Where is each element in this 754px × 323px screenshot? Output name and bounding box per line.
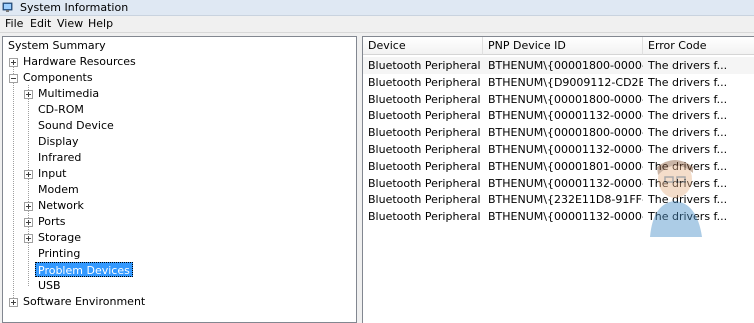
menu-file[interactable]: File (4, 16, 24, 32)
tree-label[interactable]: Components (21, 70, 95, 85)
cell-error-code: The drivers f... (648, 59, 728, 72)
tree-connector (13, 61, 14, 302)
menu-bar: File Edit View Help (0, 16, 754, 33)
cell-device: Bluetooth Peripheral D... (368, 59, 483, 72)
category-tree[interactable]: System Summary Hardware Resources Compon… (2, 36, 357, 323)
tree-connector (28, 85, 29, 286)
cell-error-code: The drivers f... (648, 75, 728, 89)
cell-device: Bluetooth Peripheral D... (368, 159, 483, 173)
cell-device: Bluetooth Peripheral D... (368, 210, 483, 224)
tree-label[interactable]: USB (36, 278, 63, 293)
column-header-error-code[interactable]: Error Code (643, 37, 754, 55)
collapse-minus-icon[interactable] (9, 74, 18, 83)
cell-error-code: The drivers f... (648, 126, 728, 140)
tree-label-selected[interactable]: Problem Devices (35, 262, 133, 277)
cell-error-code: The drivers f... (648, 109, 728, 123)
title-bar: System Information (0, 0, 754, 16)
table-row[interactable]: Bluetooth Peripheral D... BTHENUM\{000011… (363, 107, 754, 124)
cell-error-code: The drivers f... (648, 92, 728, 106)
tree-label[interactable]: Display (36, 134, 81, 149)
column-header-pnp-device-id[interactable]: PNP Device ID (483, 37, 643, 55)
expand-plus-icon[interactable] (24, 90, 33, 99)
table-row[interactable]: Bluetooth Peripheral D... BTHENUM\{000011… (363, 141, 754, 158)
table-row[interactable]: Bluetooth Peripheral D... BTHENUM\{D90091… (363, 74, 754, 91)
menu-view[interactable]: View (56, 16, 84, 32)
cell-pnp-device-id: BTHENUM\{00001132-0000-10... (488, 143, 643, 156)
tree-label[interactable]: Sound Device (36, 118, 116, 133)
tree-label[interactable]: Software Environment (21, 294, 147, 309)
tree-label[interactable]: Multimedia (36, 86, 101, 101)
cell-device: Bluetooth Peripheral D... (368, 75, 483, 89)
window-title: System Information (20, 1, 129, 14)
system-information-icon (2, 2, 13, 12)
tree-label[interactable]: Ports (36, 214, 68, 229)
tree-label[interactable]: Printing (36, 246, 82, 261)
cell-pnp-device-id: BTHENUM\{00001800-0000-10... (488, 92, 643, 106)
cell-pnp-device-id: BTHENUM\{00001132-0000-10... (488, 109, 643, 123)
expand-plus-icon[interactable] (24, 234, 33, 243)
expand-plus-icon[interactable] (9, 298, 18, 307)
table-row[interactable]: Bluetooth Peripheral D... BTHENUM\{000018… (363, 124, 754, 141)
cell-device: Bluetooth Peripheral D... (368, 92, 483, 106)
tree-label[interactable]: Network (36, 198, 86, 213)
cell-device: Bluetooth Peripheral D... (368, 176, 483, 190)
cell-device: Bluetooth Peripheral D... (368, 109, 483, 123)
tree-label[interactable]: Storage (36, 230, 83, 245)
problem-devices-list[interactable]: Device PNP Device ID Error Code Bluetoot… (362, 36, 754, 323)
cell-pnp-device-id: BTHENUM\{D9009112-CD2B-4... (488, 75, 643, 89)
cell-pnp-device-id: BTHENUM\{00001800-0000-10... (488, 126, 643, 140)
expand-plus-icon[interactable] (24, 202, 33, 211)
cell-pnp-device-id: BTHENUM\{00001801-0000-10... (488, 159, 643, 173)
tree-label[interactable]: Input (36, 166, 68, 181)
table-row[interactable]: Bluetooth Peripheral D... BTHENUM\{000018… (363, 57, 754, 74)
menu-help[interactable]: Help (87, 16, 114, 32)
expand-plus-icon[interactable] (9, 58, 18, 67)
tree-label[interactable]: Infrared (36, 150, 83, 165)
cell-error-code: The drivers f... (648, 143, 728, 156)
column-header-device[interactable]: Device (363, 37, 483, 55)
menu-edit[interactable]: Edit (29, 16, 52, 32)
expand-plus-icon[interactable] (24, 218, 33, 227)
cell-pnp-device-id: BTHENUM\{00001132-0000-10... (488, 176, 643, 190)
expand-plus-icon[interactable] (24, 170, 33, 179)
cell-pnp-device-id: BTHENUM\{232E11D8-91FF-4C... (488, 193, 643, 207)
watermark-figure-icon (650, 160, 702, 237)
cell-device: Bluetooth Peripheral D... (368, 143, 483, 156)
tree-label[interactable]: Modem (36, 182, 81, 197)
cell-device: Bluetooth Peripheral D... (368, 193, 483, 207)
tree-label[interactable]: CD-ROM (36, 102, 86, 117)
cell-device: Bluetooth Peripheral D... (368, 126, 483, 140)
cell-pnp-device-id: BTHENUM\{00001800-0000-10... (488, 59, 643, 72)
cell-pnp-device-id: BTHENUM\{00001132-0000-10... (488, 210, 643, 224)
tree-label[interactable]: Hardware Resources (21, 54, 138, 69)
table-row[interactable]: Bluetooth Peripheral D... BTHENUM\{000018… (363, 91, 754, 108)
tree-label[interactable]: System Summary (6, 38, 108, 53)
